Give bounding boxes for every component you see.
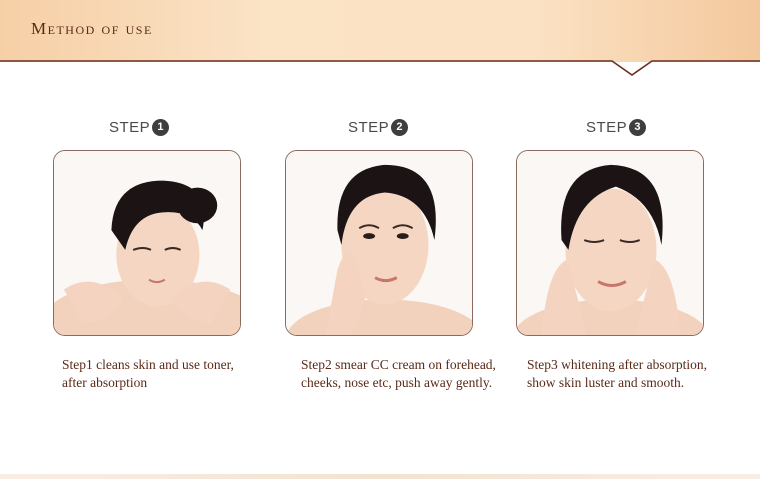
woman-washing-face-image [54,151,240,335]
woman-applying-cream-image [286,151,472,335]
step-1-caption: Step1 cleans skin and use toner, after a… [62,357,234,390]
woman-smiling-eyes-closed-image [517,151,703,335]
step-3-heading: STEP 3 [586,116,647,138]
step-3-label: STEP [586,118,628,136]
footer-divider [0,474,760,479]
step-1-photo [53,150,241,336]
step-2-heading: STEP 2 [348,116,409,138]
step-2-label: STEP [348,118,390,136]
step-3-caption: Step3 whitening after absorption, show s… [527,357,707,390]
header-divider [0,60,760,76]
page-title: Method of use [31,19,153,38]
step-3-photo [516,150,704,336]
step-1-heading: STEP 1 [109,116,170,138]
step-2-number-badge: 2 [391,118,409,136]
step-3-number-badge: 3 [629,118,647,136]
step-1-label: STEP [109,118,151,136]
step-2-photo [285,150,473,336]
header-banner: Method of use [0,0,760,62]
step-1-number-badge: 1 [152,118,170,136]
step-2-caption: Step2 smear CC cream on forehead, cheeks… [301,357,496,390]
